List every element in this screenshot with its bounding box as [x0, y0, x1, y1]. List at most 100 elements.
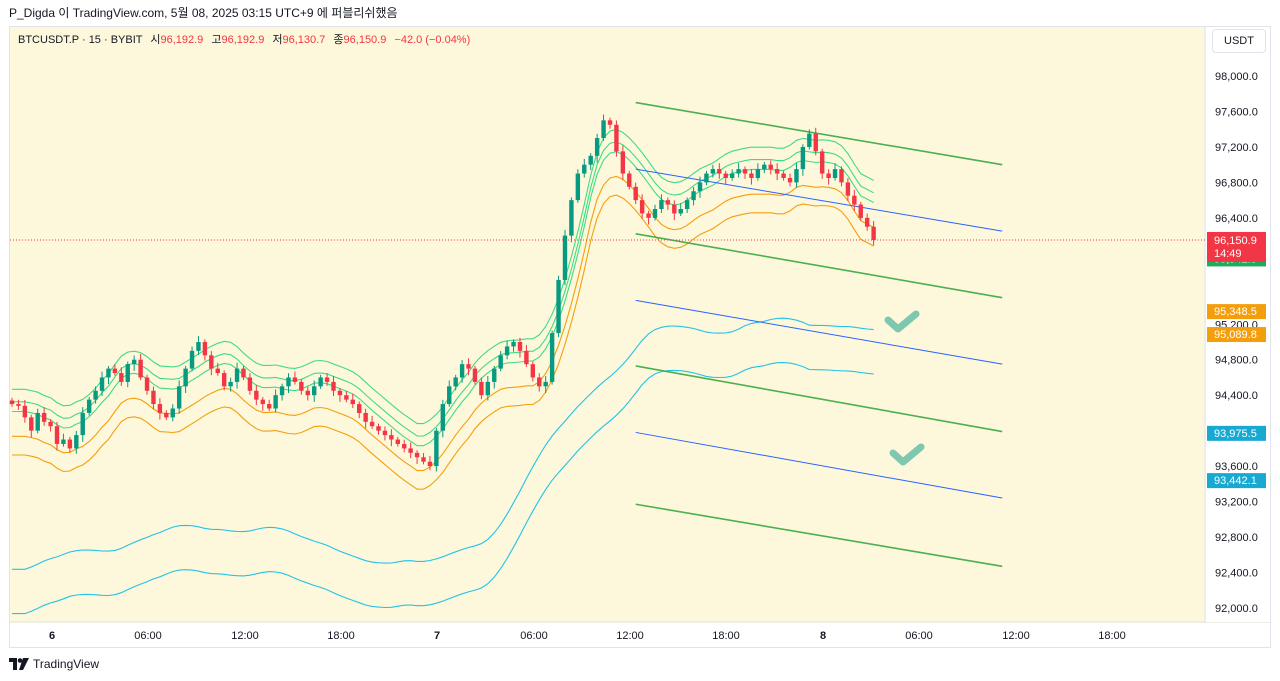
candle-body	[389, 435, 394, 440]
candle-body	[729, 173, 735, 178]
orange-band-lower	[12, 194, 874, 490]
candle-body	[299, 381, 304, 391]
candle-body	[485, 381, 491, 396]
candle-body	[241, 368, 246, 378]
candle-body	[819, 151, 825, 174]
price-tag-label: 93,975.5	[1214, 428, 1257, 440]
candle-body	[646, 213, 651, 218]
candle-body	[414, 452, 420, 458]
green-band-upper	[12, 128, 874, 425]
candle-body	[41, 412, 47, 422]
channel-line-outer	[635, 365, 1003, 433]
candle-body	[395, 439, 400, 444]
candle-body	[427, 461, 433, 467]
candle-body	[125, 364, 130, 382]
candle-body	[717, 169, 722, 174]
candle-body	[845, 182, 851, 196]
candle-body	[254, 390, 259, 400]
candle-body	[723, 173, 728, 178]
candle-body	[350, 399, 355, 405]
price-tag-label: 95,348.5	[1214, 306, 1257, 318]
candle-body	[22, 405, 28, 418]
candle-body	[453, 377, 458, 387]
currency-button[interactable]: USDT	[1212, 29, 1266, 53]
channel-line-mid	[635, 299, 1003, 365]
candle-body	[305, 390, 310, 396]
candle-body	[292, 377, 298, 382]
high-value: 96,192.9	[221, 34, 265, 46]
candle-body	[215, 368, 220, 374]
price-chart[interactable]: 98,000.0 97,600.0 97,200.0 96,800.0 96,400.0…	[0, 0, 1280, 681]
close-label: 종	[333, 34, 344, 46]
candle-body	[479, 381, 484, 396]
candle-body	[106, 368, 111, 378]
candle-body	[813, 133, 818, 152]
x-tick-label: 8	[820, 630, 826, 642]
y-tick-label: 98,000.0	[1215, 71, 1258, 83]
candle-body	[543, 381, 548, 387]
symbol-name[interactable]: BTCUSDT.P · 15 · BYBIT	[18, 34, 142, 46]
candle-body	[234, 368, 240, 382]
y-tick-label: 93,600.0	[1215, 461, 1258, 473]
candle-body	[678, 209, 683, 214]
candle-body	[742, 169, 748, 174]
check-mark-icon	[889, 443, 925, 466]
candle-body	[504, 346, 510, 356]
candle-body	[569, 200, 574, 236]
candle-body	[614, 124, 619, 152]
x-tick-label: 18:00	[712, 630, 740, 642]
candle-body	[67, 439, 73, 449]
candle-body	[202, 342, 208, 356]
candle-body	[852, 195, 857, 205]
candle-body	[331, 381, 336, 391]
candle-body	[684, 200, 690, 209]
y-tick-label: 96,400.0	[1215, 213, 1258, 225]
candle-body	[466, 364, 471, 369]
candle-body	[221, 373, 227, 387]
candle-body	[312, 386, 317, 396]
candle-body	[710, 169, 716, 174]
candle-body	[279, 386, 285, 396]
candle-body	[537, 377, 542, 387]
candle-body	[228, 381, 233, 387]
y-tick-label: 93,200.0	[1215, 497, 1258, 509]
y-tick-label: 97,600.0	[1215, 106, 1258, 118]
candle-body	[48, 421, 53, 427]
candle-body	[260, 399, 265, 405]
x-tick-label: 06:00	[134, 630, 162, 642]
x-tick-label: 18:00	[327, 630, 355, 642]
candle-body	[511, 342, 516, 347]
candle-body	[639, 200, 645, 214]
candle-body	[189, 350, 195, 369]
open-value: 96,192.9	[160, 34, 204, 46]
footer-brand[interactable]: TradingView	[9, 655, 99, 673]
candle-body	[762, 164, 767, 170]
candle-body	[459, 364, 465, 378]
candle-body	[582, 164, 587, 174]
candle-body	[826, 173, 831, 178]
candle-body	[369, 421, 375, 427]
candle-body	[131, 359, 137, 365]
candle-body	[774, 169, 780, 174]
candle-body	[781, 173, 786, 178]
candle-body	[247, 377, 253, 391]
cyan-band-upper	[12, 317, 874, 570]
check-mark-icon	[884, 310, 920, 333]
low-value: 96,130.7	[282, 34, 326, 46]
candle-body	[74, 435, 79, 449]
candle-body	[517, 342, 523, 351]
candle-body	[176, 386, 182, 409]
candle-body	[402, 443, 407, 449]
high-label: 고	[211, 34, 222, 46]
candle-body	[119, 373, 124, 382]
candle-body	[794, 169, 799, 183]
price-tag-label: 93,442.1	[1214, 475, 1257, 487]
candle-body	[697, 182, 703, 192]
candle-body	[337, 390, 343, 396]
candle-body	[524, 350, 529, 365]
candle-body	[196, 342, 201, 351]
candle-body	[29, 417, 34, 431]
candle-body	[35, 412, 40, 431]
y-tick-label: 94,800.0	[1215, 355, 1258, 367]
candle-body	[157, 404, 163, 413]
